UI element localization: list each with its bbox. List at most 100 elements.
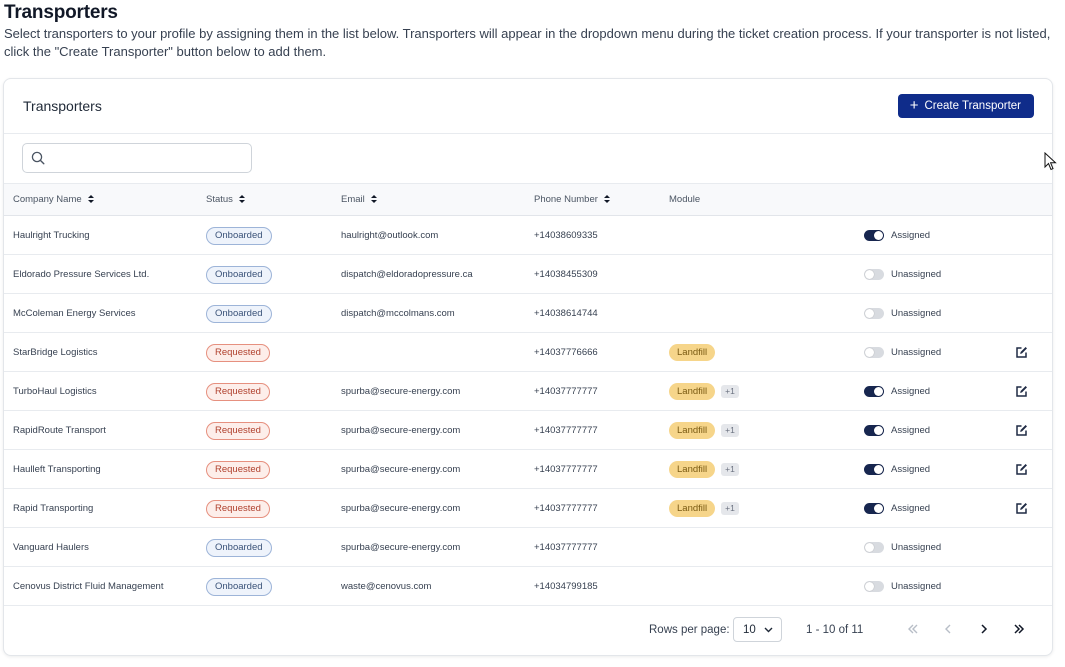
status-badge: Requested [206, 343, 270, 362]
search-box[interactable] [22, 143, 252, 173]
email: waste@cenovus.com [341, 581, 432, 592]
module-chip: Landfill [669, 422, 716, 439]
table-row: Vanguard Haulers Onboarded spurba@secure… [4, 528, 1052, 567]
assign-status-label: Unassigned [891, 269, 942, 280]
card-title: Transporters [23, 98, 102, 114]
mouse-cursor-icon [1044, 152, 1057, 171]
page-range: 1 - 10 of 11 [806, 624, 864, 636]
table-row: Haulleft Transporting Requested spurba@s… [4, 450, 1052, 489]
phone-number: +14034799185 [534, 581, 598, 592]
email: spurba@secure-energy.com [341, 542, 461, 553]
rows-per-page-select[interactable]: 10 [733, 617, 782, 642]
module-chip: Landfill [669, 383, 716, 400]
transporters-card: Transporters + Create Transporter Compan… [3, 78, 1053, 656]
module-more-chip[interactable]: +1 [721, 385, 739, 398]
assignment-cell: Assigned [864, 411, 930, 450]
edit-icon[interactable] [1014, 424, 1028, 438]
phone-number: +14037777777 [534, 464, 598, 475]
assign-toggle[interactable] [864, 386, 884, 397]
card-header: Transporters + Create Transporter [4, 79, 1052, 134]
module-chip: Landfill [669, 344, 716, 361]
last-page-button[interactable] [1010, 620, 1028, 638]
column-status-label: Status [206, 194, 233, 205]
status-badge: Requested [206, 382, 270, 401]
next-page-button[interactable] [975, 620, 993, 638]
assign-status-label: Assigned [891, 230, 931, 241]
edit-icon[interactable] [1014, 385, 1028, 399]
column-company-name[interactable]: Company Name [13, 194, 94, 205]
assign-status-label: Unassigned [891, 347, 942, 358]
table-row: McColeman Energy Services Onboarded disp… [4, 294, 1052, 333]
table-row: Cenovus District Fluid Management Onboar… [4, 567, 1052, 606]
assign-status-label: Unassigned [891, 542, 942, 553]
plus-icon: + [909, 97, 919, 114]
previous-page-button[interactable] [939, 620, 957, 638]
email: haulright@outlook.com [341, 230, 439, 241]
module-more-chip[interactable]: +1 [721, 424, 739, 437]
phone-number: +14037777777 [534, 503, 598, 514]
rows-per-page-label: Rows per page: [649, 624, 730, 636]
create-transporter-label: Create Transporter [924, 100, 1021, 112]
first-page-button[interactable] [904, 620, 922, 638]
company-name: TurboHaul Logistics [13, 386, 97, 397]
search-icon [31, 151, 45, 165]
phone-number: +14037777777 [534, 386, 598, 397]
chevron-right-icon [981, 624, 988, 634]
edit-icon[interactable] [1014, 502, 1028, 516]
phone-number: +14037776666 [534, 347, 598, 358]
column-phone-number[interactable]: Phone Number [534, 194, 610, 205]
column-module-label: Module [669, 194, 701, 205]
company-name: Cenovus District Fluid Management [13, 581, 164, 592]
sort-icon [603, 195, 610, 204]
module-more-chip[interactable]: +1 [721, 463, 739, 476]
status-badge: Requested [206, 421, 270, 440]
assign-toggle[interactable] [864, 308, 884, 319]
page-intro: Select transporters to your profile by a… [4, 26, 1051, 59]
assign-status-label: Unassigned [891, 308, 942, 319]
assign-toggle[interactable] [864, 464, 884, 475]
assign-toggle[interactable] [864, 347, 884, 358]
search-input[interactable] [51, 148, 246, 168]
module-cell: Landfill [669, 333, 716, 372]
assignment-cell: Assigned [864, 450, 930, 489]
sort-icon [370, 195, 377, 204]
assign-toggle[interactable] [864, 503, 884, 514]
assignment-cell: Unassigned [864, 255, 941, 294]
email: spurba@secure-energy.com [341, 425, 461, 436]
status-badge: Onboarded [206, 538, 272, 557]
edit-icon[interactable] [1014, 346, 1028, 360]
phone-number: +14037777777 [534, 425, 598, 436]
table-row: RapidRoute Transport Requested spurba@se… [4, 411, 1052, 450]
module-more-chip[interactable]: +1 [721, 502, 739, 515]
column-email-label: Email [341, 194, 365, 205]
sort-icon [87, 195, 94, 204]
assign-status-label: Assigned [891, 425, 931, 436]
company-name: Haulright Trucking [13, 230, 90, 241]
email: dispatch@mccolmans.com [341, 308, 455, 319]
assign-toggle[interactable] [864, 269, 884, 280]
company-name: StarBridge Logistics [13, 347, 98, 358]
assign-toggle[interactable] [864, 581, 884, 592]
table-row: Eldorado Pressure Services Ltd. Onboarde… [4, 255, 1052, 294]
assign-toggle[interactable] [864, 425, 884, 436]
sort-icon [238, 195, 245, 204]
module-cell: Landfill +1 [669, 450, 739, 489]
column-company-name-label: Company Name [13, 194, 82, 205]
column-phone-number-label: Phone Number [534, 194, 598, 205]
edit-icon[interactable] [1014, 463, 1028, 477]
assign-toggle[interactable] [864, 542, 884, 553]
assign-status-label: Assigned [891, 503, 931, 514]
create-transporter-button[interactable]: + Create Transporter [897, 94, 1034, 118]
first-page-icon [908, 624, 918, 634]
assignment-cell: Unassigned [864, 567, 941, 606]
table-row: Haulright Trucking Onboarded haulright@o… [4, 216, 1052, 255]
email: spurba@secure-energy.com [341, 386, 461, 397]
phone-number: +14038614744 [534, 308, 598, 319]
assign-toggle[interactable] [864, 230, 884, 241]
table-header: Company Name Status Email Phone Number M… [4, 183, 1052, 216]
phone-number: +14038609335 [534, 230, 598, 241]
email: spurba@secure-energy.com [341, 503, 461, 514]
company-name: McColeman Energy Services [13, 308, 136, 319]
column-email[interactable]: Email [341, 194, 377, 205]
column-status[interactable]: Status [206, 194, 245, 205]
